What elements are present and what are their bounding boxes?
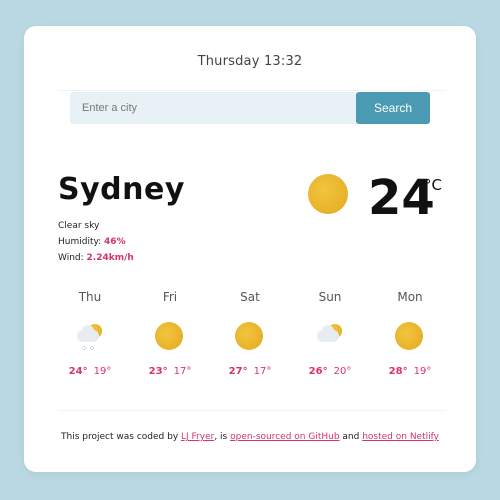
forecast-max-temp: 24° (68, 366, 88, 377)
weather-details: Clear sky Humidity: 46% Wind: 2.24km/h (58, 218, 134, 266)
footer: This project was coded by LJ Fryer, is o… (24, 432, 476, 442)
author-link[interactable]: LJ Fryer (181, 432, 214, 442)
search-form: Search (58, 92, 446, 128)
footer-text: , is (214, 432, 231, 442)
top-divider (58, 90, 446, 91)
forecast-min-temp: 17° (253, 366, 272, 377)
bottom-divider (58, 410, 446, 411)
forecast-day: Fri 23° 17° (130, 290, 210, 377)
forecast-temps: 23° 17° (130, 366, 210, 377)
footer-text: This project was coded by (61, 432, 181, 442)
netlify-link[interactable]: hosted on Netlify (362, 432, 439, 442)
weather-card: Thursday 13:32 Search Sydney Clear sky H… (24, 26, 476, 472)
humidity-row: Humidity: 46% (58, 234, 134, 250)
sun-icon (395, 322, 425, 352)
forecast-day: Thu ⁘⁘ 24° 19° (50, 290, 130, 377)
city-name: Sydney (58, 172, 185, 207)
forecast-min-temp: 19° (93, 366, 112, 377)
footer-text: and (339, 432, 363, 442)
forecast-day-name: Sun (318, 290, 342, 304)
forecast-min-temp: 19° (413, 366, 432, 377)
sun-icon (235, 322, 265, 352)
forecast-max-temp: 26° (308, 366, 328, 377)
forecast-day: Mon 28° 19° (370, 290, 450, 377)
rain-cloud-sun-icon: ⁘⁘ (75, 322, 105, 353)
wind-row: Wind: 2.24km/h (58, 250, 134, 266)
wind-label: Wind: (58, 253, 87, 263)
forecast-max-temp: 27° (228, 366, 248, 377)
forecast-row: Thu ⁘⁘ 24° 19° Fri 23° 17° Sat 27° 17° S… (50, 290, 450, 390)
forecast-max-temp: 28° (388, 366, 408, 377)
forecast-day-name: Mon (397, 290, 423, 304)
city-search-input[interactable] (70, 92, 358, 124)
forecast-max-temp: 23° (148, 366, 168, 377)
search-button[interactable]: Search (356, 92, 430, 124)
forecast-temps: 24° 19° (50, 366, 130, 377)
weather-description: Clear sky (58, 221, 100, 231)
forecast-day: Sun 26° 20° (290, 290, 370, 377)
cloud-sun-icon (315, 322, 345, 352)
forecast-min-temp: 17° (173, 366, 192, 377)
current-datetime: Thursday 13:32 (197, 54, 303, 69)
forecast-min-temp: 20° (333, 366, 352, 377)
forecast-temps: 28° 19° (370, 366, 450, 377)
forecast-day: Sat 27° 17° (210, 290, 290, 377)
forecast-day-name: Sat (240, 290, 260, 304)
humidity-value: 46% (104, 237, 126, 247)
forecast-temps: 26° 20° (290, 366, 370, 377)
wind-value: 2.24km/h (86, 253, 134, 263)
github-link[interactable]: open-sourced on GitHub (230, 432, 339, 442)
forecast-temps: 27° 17° (210, 366, 290, 377)
sun-icon (308, 174, 348, 214)
forecast-day-name: Fri (162, 290, 178, 304)
forecast-day-name: Thu (78, 290, 102, 304)
temperature-unit: °C (424, 176, 442, 194)
humidity-label: Humidity: (58, 237, 105, 247)
sun-icon (155, 322, 185, 352)
